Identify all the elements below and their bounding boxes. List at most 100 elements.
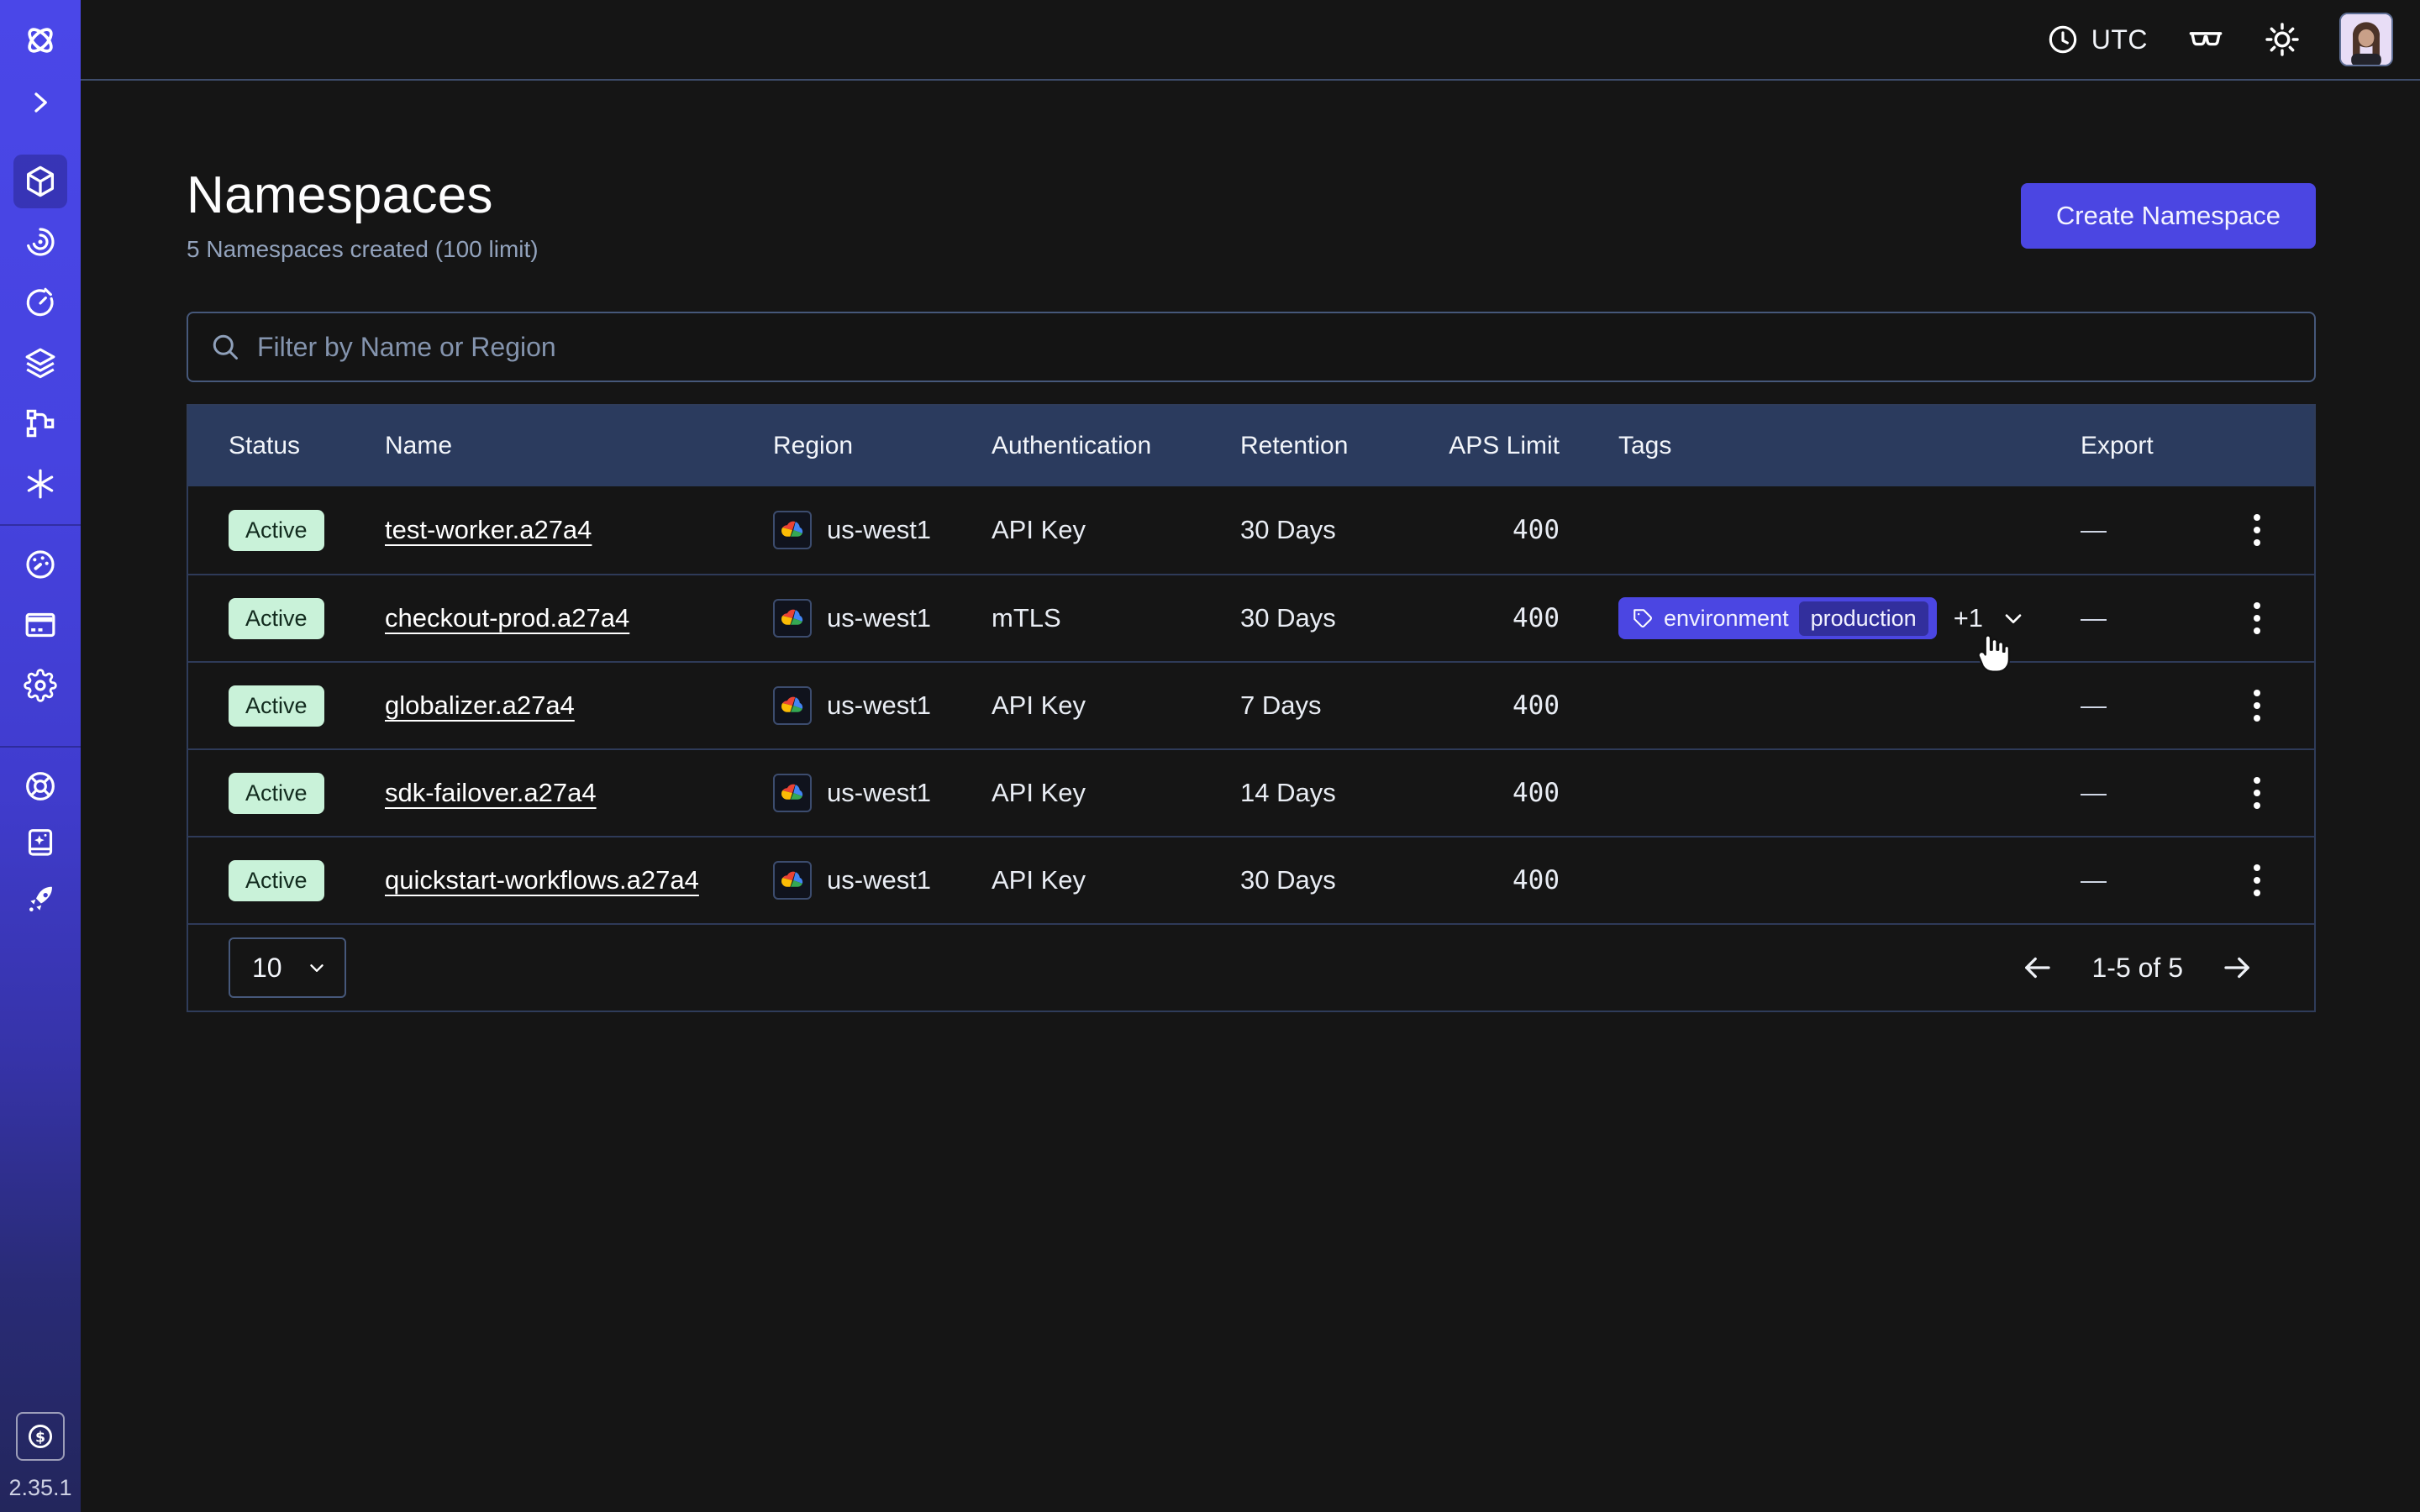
gear-icon — [24, 669, 57, 702]
aps-value: 400 — [1432, 865, 1560, 895]
gauge-icon — [24, 548, 57, 581]
auth-label: mTLS — [992, 603, 1240, 633]
sidebar-item-getting-started[interactable] — [13, 874, 67, 927]
column-header-aps: APS Limit — [1432, 432, 1560, 460]
row-menu-button[interactable] — [2240, 770, 2274, 816]
aps-value: 400 — [1432, 778, 1560, 808]
namespace-link[interactable]: checkout-prod.a27a4 — [385, 603, 629, 633]
page-subtitle: 5 Namespaces created (100 limit) — [187, 236, 539, 263]
timezone-button[interactable]: UTC — [2046, 23, 2148, 56]
namespace-link[interactable]: test-worker.a27a4 — [385, 515, 592, 544]
main-content: Namespaces 5 Namespaces created (100 lim… — [81, 81, 2420, 1512]
clock-icon — [2046, 23, 2080, 56]
tag-value: production — [1799, 601, 1928, 636]
status-badge: Active — [229, 860, 324, 901]
sidebar-item-workflows[interactable] — [13, 215, 67, 269]
temporal-logo — [13, 13, 67, 67]
sidebar-item-settings[interactable] — [13, 659, 67, 712]
auth-label: API Key — [992, 690, 1240, 721]
gcp-logo-icon — [773, 599, 812, 638]
page-title: Namespaces — [187, 168, 539, 223]
aps-value: 400 — [1432, 690, 1560, 721]
export-value: — — [2081, 603, 2240, 633]
column-header-tags: Tags — [1560, 432, 2081, 460]
namespace-link[interactable]: quickstart-workflows.a27a4 — [385, 865, 699, 895]
export-value: — — [2081, 515, 2240, 545]
tag-pill[interactable]: environment production — [1618, 597, 1937, 639]
timezone-label: UTC — [2091, 24, 2148, 55]
status-badge: Active — [229, 510, 324, 551]
lifebuoy-icon — [24, 769, 57, 803]
status-badge: Active — [229, 685, 324, 727]
gcp-logo-icon — [773, 686, 812, 725]
search-icon — [210, 332, 240, 362]
sidebar-item-schedules[interactable] — [13, 276, 67, 329]
tag-icon — [1632, 607, 1654, 629]
aps-value: 400 — [1432, 603, 1560, 633]
filter-input[interactable] — [257, 332, 2292, 363]
row-menu-button[interactable] — [2240, 507, 2274, 553]
sidebar-divider — [0, 524, 81, 526]
cube-icon — [23, 164, 58, 199]
retention-label: 30 Days — [1240, 865, 1432, 895]
table-row: Active checkout-prod.a27a4 us-west1 mTLS… — [188, 574, 2314, 661]
page-size-select[interactable]: 10 — [229, 937, 346, 998]
column-header-retention: Retention — [1240, 432, 1432, 460]
sidebar-item-namespaces[interactable] — [13, 155, 67, 208]
region-label: us-west1 — [827, 603, 931, 633]
prev-page-button[interactable] — [2019, 950, 2054, 985]
row-menu-button[interactable] — [2240, 858, 2274, 903]
create-namespace-button[interactable]: Create Namespace — [2021, 183, 2316, 249]
retention-label: 7 Days — [1240, 690, 1432, 721]
column-header-name: Name — [385, 432, 773, 460]
sidebar-item-docs[interactable] — [13, 816, 67, 870]
region-label: us-west1 — [827, 865, 931, 895]
gcp-logo-icon — [773, 861, 812, 900]
pagination-range: 1-5 of 5 — [2091, 953, 2183, 984]
region-label: us-west1 — [827, 778, 931, 808]
auth-label: API Key — [992, 865, 1240, 895]
sun-icon — [2264, 21, 2301, 58]
sidebar-item-billing[interactable] — [13, 598, 67, 652]
namespace-link[interactable]: globalizer.a27a4 — [385, 690, 575, 720]
avatar-image — [2341, 14, 2391, 65]
retention-label: 30 Days — [1240, 603, 1432, 633]
svg-text:$: $ — [35, 1429, 45, 1446]
sidebar-item-deployments[interactable] — [13, 336, 67, 390]
book-sparkle-icon — [24, 827, 57, 860]
chevron-right-icon — [28, 90, 53, 115]
glasses-icon — [2186, 20, 2225, 59]
column-header-status: Status — [229, 432, 385, 460]
app-version: 2.35.1 — [0, 1475, 81, 1501]
gcp-logo-icon — [773, 511, 812, 549]
sidebar-item-nexus[interactable] — [13, 457, 67, 511]
filter-bar — [187, 312, 2316, 382]
sidebar-item-batch-operations[interactable] — [13, 396, 67, 450]
next-page-button[interactable] — [2220, 950, 2255, 985]
row-menu-button[interactable] — [2240, 683, 2274, 728]
column-header-auth: Authentication — [992, 432, 1240, 460]
table-footer: 10 1-5 of 5 — [188, 923, 2314, 1011]
namespace-link[interactable]: sdk-failover.a27a4 — [385, 778, 597, 807]
aps-value: 400 — [1432, 515, 1560, 545]
layers-icon — [24, 346, 57, 380]
table-header: Status Name Region Authentication Retent… — [188, 406, 2314, 486]
branch-icon — [24, 407, 57, 440]
theme-toggle-button[interactable] — [2264, 21, 2301, 58]
export-value: — — [2081, 778, 2240, 808]
plan-usage-button[interactable]: $ — [16, 1412, 65, 1461]
region-label: us-west1 — [827, 515, 931, 545]
namespaces-table: Status Name Region Authentication Retent… — [187, 404, 2316, 1012]
sidebar-item-usage[interactable] — [13, 538, 67, 591]
column-header-region: Region — [773, 432, 992, 460]
auth-label: API Key — [992, 778, 1240, 808]
sidebar-expand-button[interactable] — [13, 76, 67, 129]
user-avatar[interactable] — [2339, 13, 2393, 66]
tags-expand-chevron-icon[interactable] — [2000, 605, 2027, 632]
topbar: UTC — [81, 0, 2420, 81]
sidebar-item-support[interactable] — [13, 759, 67, 813]
export-value: — — [2081, 690, 2240, 721]
row-menu-button[interactable] — [2240, 596, 2274, 641]
labs-toggle-button[interactable] — [2186, 20, 2225, 59]
table-row: Active globalizer.a27a4 us-west1 API Key… — [188, 661, 2314, 748]
